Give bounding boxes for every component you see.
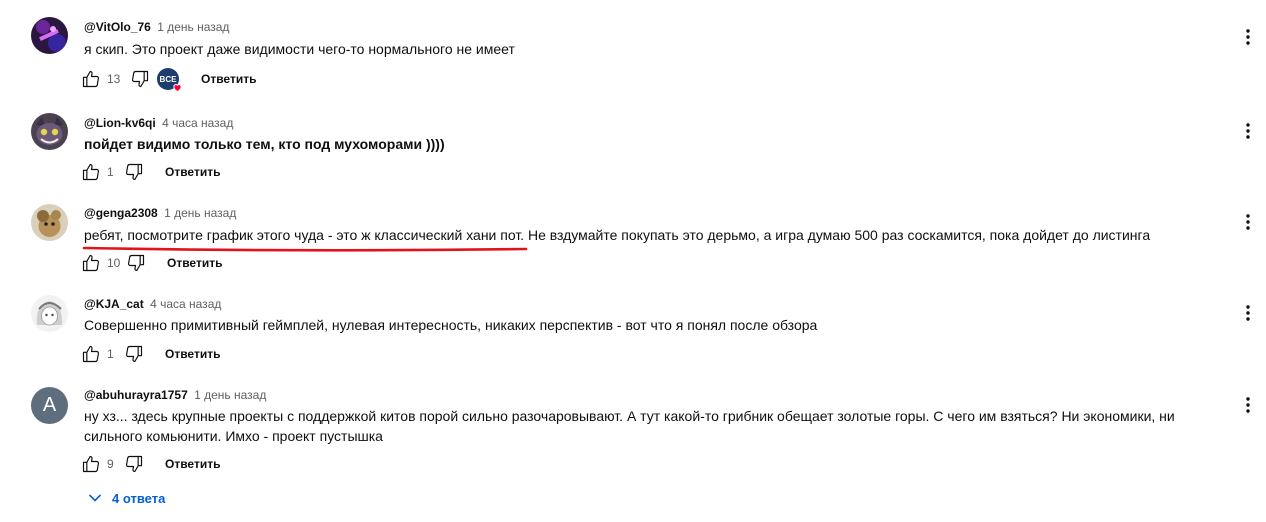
comment-header: @genga2308 1 день назад [84, 206, 236, 220]
comment-text: ну хз... здесь крупные проекты с поддерж… [84, 408, 1175, 444]
comment-time[interactable]: 1 день назад [157, 20, 229, 34]
reply-button[interactable]: Ответить [165, 165, 220, 179]
more-actions-button[interactable] [1240, 212, 1256, 232]
comment-actions: 13 BCE Ответить [80, 68, 256, 93]
comment-header: @KJA_cat 4 часа назад [84, 297, 221, 311]
avatar-image [31, 295, 68, 332]
avatar[interactable] [31, 113, 68, 150]
author-name[interactable]: @KJA_cat [84, 297, 144, 311]
comment-text: Совершенно примитивный геймплей, нулевая… [84, 317, 818, 333]
comment-header: @abuhurayra1757 1 день назад [84, 388, 266, 402]
more-vert-icon [1246, 123, 1250, 139]
comment-time[interactable]: 4 часа назад [162, 116, 233, 130]
comment-header: @VitOlo_76 1 день назад [84, 20, 229, 34]
dislike-button[interactable] [129, 68, 151, 90]
more-actions-button[interactable] [1240, 395, 1256, 415]
chevron-down-icon [88, 494, 102, 502]
like-button[interactable] [80, 252, 102, 274]
reply-button[interactable]: Ответить [165, 347, 220, 361]
reply-button[interactable]: Ответить [201, 72, 256, 86]
comment-time[interactable]: 4 часа назад [150, 297, 221, 311]
heart-icon [173, 84, 182, 93]
thumb-down-icon [127, 254, 145, 272]
avatar[interactable]: A [31, 387, 68, 424]
annotation-underline [82, 246, 528, 252]
comment-actions: 1 Ответить [80, 161, 220, 183]
dislike-button[interactable] [125, 252, 147, 274]
show-replies-button[interactable]: 4 ответа [88, 489, 165, 507]
like-count: 13 [107, 72, 121, 86]
more-actions-button[interactable] [1240, 303, 1256, 323]
like-count: 9 [107, 457, 114, 471]
replies-count-label: 4 ответа [112, 490, 166, 506]
avatar-image [31, 17, 68, 54]
dislike-button[interactable] [123, 161, 145, 183]
avatar[interactable] [31, 204, 68, 241]
thumb-up-icon [82, 70, 100, 88]
avatar[interactable] [31, 295, 68, 332]
thumb-up-icon [82, 455, 100, 473]
like-button[interactable] [80, 343, 102, 365]
thumb-down-icon [125, 345, 143, 363]
comment-text: пойдет видимо только тем, кто под мухомо… [84, 136, 445, 152]
comment-header: @Lion-kv6qi 4 часа назад [84, 116, 233, 130]
more-actions-button[interactable] [1240, 121, 1256, 141]
more-actions-button[interactable] [1240, 27, 1256, 47]
thumb-up-icon [82, 254, 100, 272]
author-name[interactable]: @abuhurayra1757 [84, 388, 188, 402]
comment-time[interactable]: 1 день назад [164, 206, 236, 220]
more-vert-icon [1246, 305, 1250, 321]
avatar-image [31, 113, 68, 150]
like-button[interactable] [80, 453, 102, 475]
reply-button[interactable]: Ответить [165, 457, 220, 471]
comment-text: ребят, посмотрите график этого чуда - эт… [84, 227, 1151, 243]
comment-actions: 9 Ответить [80, 453, 220, 475]
more-vert-icon [1246, 29, 1250, 45]
author-name[interactable]: @Lion-kv6qi [84, 116, 156, 130]
comment-actions: 1 Ответить [80, 343, 220, 365]
thumb-down-icon [125, 163, 143, 181]
like-count: 10 [107, 256, 121, 270]
thumb-up-icon [82, 345, 100, 363]
more-vert-icon [1246, 214, 1250, 230]
dislike-button[interactable] [123, 453, 145, 475]
like-count: 1 [107, 347, 114, 361]
reply-button[interactable]: Ответить [167, 256, 222, 270]
thumb-down-icon [125, 455, 143, 473]
comment-time[interactable]: 1 день назад [194, 388, 266, 402]
like-button[interactable] [80, 68, 102, 90]
dislike-button[interactable] [123, 343, 145, 365]
avatar[interactable] [31, 17, 68, 54]
comment-text: я скип. Это проект даже видимости чего-т… [84, 41, 515, 57]
comment-actions: 10 Ответить [80, 252, 222, 274]
more-vert-icon [1246, 397, 1250, 413]
author-name[interactable]: @VitOlo_76 [84, 20, 151, 34]
thumb-down-icon [131, 70, 149, 88]
creator-heart: BCE [157, 68, 182, 93]
avatar-image [31, 204, 68, 241]
like-count: 1 [107, 165, 114, 179]
thumb-up-icon [82, 163, 100, 181]
like-button[interactable] [80, 161, 102, 183]
author-name[interactable]: @genga2308 [84, 206, 158, 220]
